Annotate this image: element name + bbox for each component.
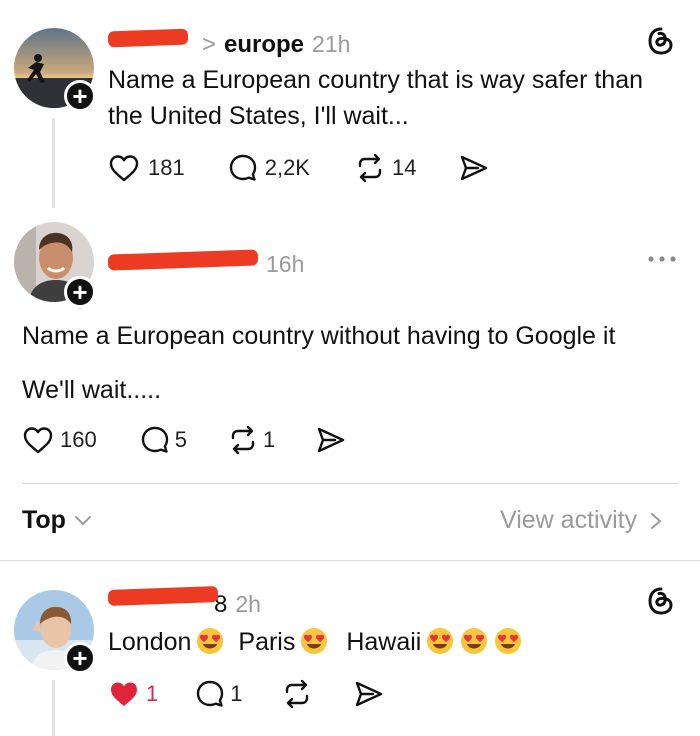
reply-button[interactable]: 5 xyxy=(139,424,187,456)
username[interactable] xyxy=(107,586,219,612)
view-activity-label: View activity xyxy=(500,506,638,534)
repost-button[interactable] xyxy=(281,679,313,709)
post-header: > europe 21h xyxy=(107,26,351,59)
send-icon xyxy=(318,427,345,453)
repost-button[interactable]: 14 xyxy=(354,153,416,183)
reply-count: 2,2K xyxy=(264,155,310,180)
sort-label: Top xyxy=(22,506,66,534)
heart-eyes-emoji-icon xyxy=(493,626,523,666)
chevron-down-icon xyxy=(74,515,91,525)
reply-text: London Paris Hawaii xyxy=(108,624,523,666)
repost-count: 1 xyxy=(262,427,276,452)
more-options-icon[interactable] xyxy=(646,252,678,270)
topic-tag[interactable]: europe xyxy=(224,31,304,59)
threads-logo-icon[interactable] xyxy=(646,26,676,61)
reply-word: Paris xyxy=(238,628,296,656)
post-actions: 160 5 1 xyxy=(22,424,347,456)
view-activity-link[interactable]: View activity xyxy=(500,506,663,535)
like-count: 1 xyxy=(146,681,159,706)
post-text-line: Name a European country without having t… xyxy=(22,322,616,350)
reply-button[interactable]: 1 xyxy=(194,678,243,710)
share-button[interactable] xyxy=(353,679,385,709)
reply-time: 2h xyxy=(235,591,261,617)
like-button[interactable]: 160 xyxy=(22,425,97,455)
repost-button[interactable]: 1 xyxy=(227,425,275,455)
comment-icon xyxy=(197,680,224,707)
comment-icon xyxy=(141,426,168,453)
redaction xyxy=(107,249,259,271)
reply-header: 8 2h xyxy=(107,586,261,619)
comment-icon xyxy=(229,154,256,181)
follow-button[interactable]: + xyxy=(64,642,96,674)
divider xyxy=(22,483,678,484)
follow-button[interactable]: + xyxy=(64,276,96,308)
reply-word: Hawaii xyxy=(346,628,422,656)
reply-button[interactable]: 2,2K xyxy=(227,152,310,184)
post-text-line: We'll wait..... xyxy=(22,376,162,404)
heart-eyes-emoji-icon xyxy=(299,626,329,666)
repost-count: 14 xyxy=(391,155,417,180)
reply-word: London xyxy=(108,628,192,656)
heart-eyes-emoji-icon xyxy=(425,626,455,666)
repost-icon xyxy=(358,153,382,183)
reply-count: 1 xyxy=(230,681,243,706)
post-text: Name a European country that is way safe… xyxy=(108,62,643,134)
post-text-line: the United States, I'll wait... xyxy=(108,102,409,130)
post-actions: 181 2,2K 14 xyxy=(108,152,490,184)
username[interactable] xyxy=(107,246,260,272)
repost-icon xyxy=(231,425,255,455)
post-text-line: Name a European country that is way safe… xyxy=(108,66,644,94)
thread-line xyxy=(52,118,55,208)
divider xyxy=(0,560,700,561)
heart-eyes-emoji-icon xyxy=(459,626,489,666)
thread-line xyxy=(52,680,55,736)
like-count: 181 xyxy=(148,155,185,180)
send-icon xyxy=(355,681,382,707)
username[interactable] xyxy=(107,26,190,52)
chevron-right-icon xyxy=(651,512,662,529)
redaction xyxy=(107,28,189,48)
like-button[interactable]: 181 xyxy=(108,153,185,183)
like-count: 160 xyxy=(60,427,97,452)
send-icon xyxy=(461,155,488,181)
reply-count: 5 xyxy=(174,427,187,452)
breadcrumb-separator: > xyxy=(202,31,217,58)
reply-actions: 1 1 xyxy=(108,678,385,710)
like-button[interactable]: 1 xyxy=(108,679,158,709)
heart-icon xyxy=(109,155,139,182)
post-header: 16h xyxy=(107,246,305,278)
heart-filled-icon xyxy=(111,682,137,706)
share-button[interactable] xyxy=(458,153,490,183)
post-time: 16h xyxy=(266,251,305,277)
heart-eyes-emoji-icon xyxy=(195,626,225,666)
heart-icon xyxy=(23,427,53,454)
sort-dropdown[interactable]: Top xyxy=(22,506,92,535)
follow-button[interactable]: + xyxy=(64,80,96,112)
post-time: 21h xyxy=(312,31,351,57)
threads-logo-icon[interactable] xyxy=(646,586,676,621)
repost-icon xyxy=(285,679,308,709)
redaction xyxy=(107,586,219,606)
share-button[interactable] xyxy=(315,425,347,455)
